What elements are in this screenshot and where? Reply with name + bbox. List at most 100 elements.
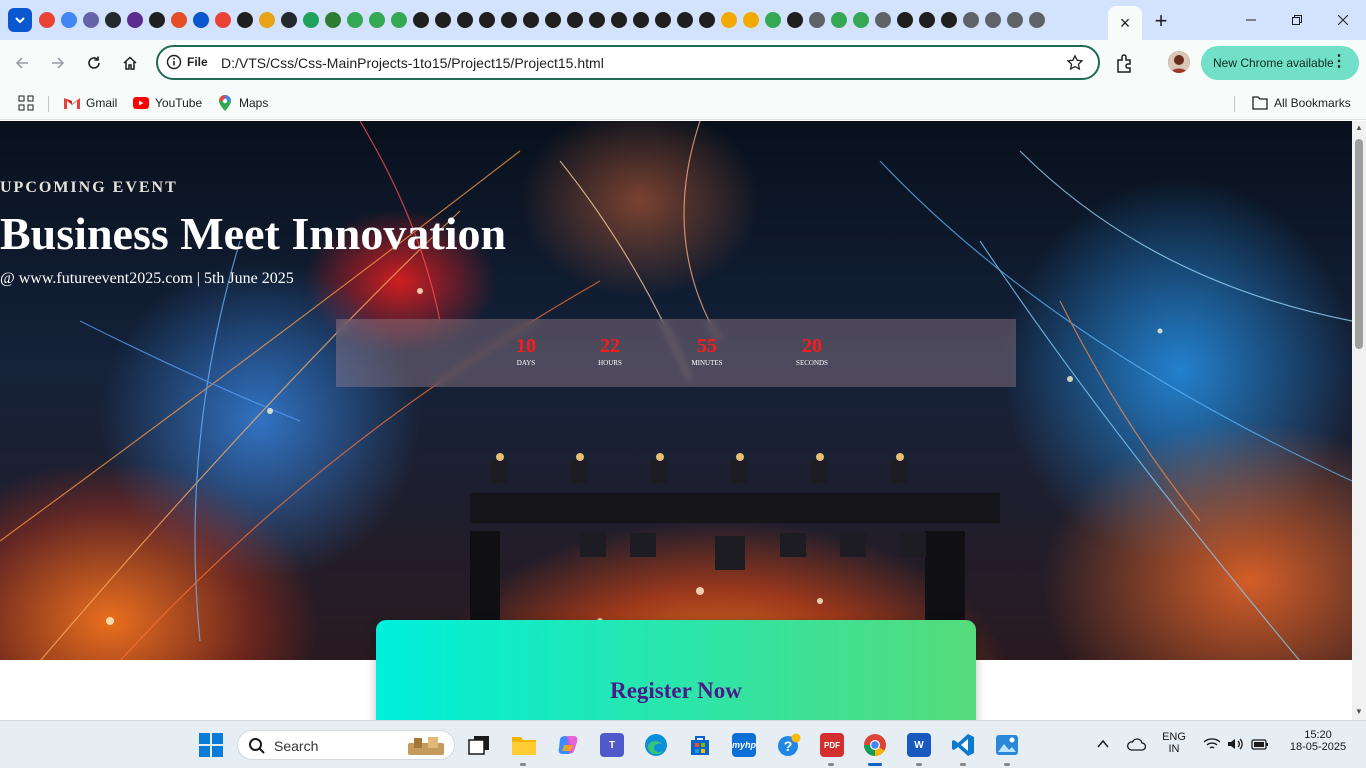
pinned-tab[interactable] [806, 8, 828, 32]
url-text[interactable]: D:/VTS/Css/Css-MainProjects-1to15/Projec… [221, 55, 604, 71]
edge-button[interactable] [641, 730, 671, 760]
minimize-button[interactable] [1228, 0, 1274, 40]
back-button[interactable] [8, 49, 36, 77]
home-button[interactable] [116, 49, 144, 77]
bookmark-youtube[interactable]: YouTube [133, 93, 202, 113]
pinned-tab[interactable] [146, 8, 168, 32]
pinned-tab[interactable] [454, 8, 476, 32]
pinned-tab[interactable] [630, 8, 652, 32]
word-button[interactable]: W [904, 730, 934, 760]
pinned-tab[interactable] [278, 8, 300, 32]
pinned-tab[interactable] [520, 8, 542, 32]
close-window-button[interactable] [1320, 0, 1366, 40]
microsoft-store-button[interactable] [685, 730, 715, 760]
pinned-tab[interactable] [828, 8, 850, 32]
pinned-tab[interactable] [872, 8, 894, 32]
photos-button[interactable] [992, 730, 1022, 760]
pinned-tab[interactable] [740, 8, 762, 32]
extensions-icon[interactable] [1114, 52, 1136, 74]
pinned-tab[interactable] [652, 8, 674, 32]
scroll-down-arrow-icon[interactable]: ▼ [1354, 707, 1364, 717]
scroll-thumb[interactable] [1355, 139, 1363, 349]
task-view-button[interactable] [464, 730, 494, 760]
plus-icon: + [1154, 8, 1168, 33]
pinned-tab[interactable] [36, 8, 58, 32]
pinned-tab[interactable] [58, 8, 80, 32]
windows-start-icon[interactable] [198, 732, 224, 758]
pinned-tab[interactable] [344, 8, 366, 32]
pinned-tab[interactable] [322, 8, 344, 32]
chrome-button[interactable] [860, 730, 890, 760]
clock[interactable]: 15:20 18-05-2025 [1282, 729, 1354, 753]
reload-button[interactable] [80, 49, 108, 77]
pinned-tab[interactable] [784, 8, 806, 32]
pdf-app-button[interactable]: PDF [817, 730, 847, 760]
pinned-tab[interactable] [850, 8, 872, 32]
pinned-tab[interactable] [916, 8, 938, 32]
pinned-tab[interactable] [168, 8, 190, 32]
pinned-tab[interactable] [982, 8, 1004, 32]
pinned-tab[interactable] [476, 8, 498, 32]
language-indicator[interactable]: ENG IN [1156, 731, 1192, 755]
active-tab[interactable]: × [1108, 6, 1142, 40]
chevron-up-icon[interactable] [1097, 739, 1109, 749]
pinned-tab[interactable] [300, 8, 322, 32]
scroll-up-arrow-icon[interactable]: ▲ [1354, 123, 1364, 133]
pinned-tab[interactable] [586, 8, 608, 32]
pinned-tab[interactable] [124, 8, 146, 32]
pinned-tab[interactable] [80, 8, 102, 32]
pinned-tab[interactable] [410, 8, 432, 32]
menu-dots-icon[interactable]: ⋮ [1331, 54, 1347, 70]
pinned-tab[interactable] [608, 8, 630, 32]
onedrive-cloud-icon[interactable] [1126, 737, 1146, 751]
pinned-tab[interactable] [762, 8, 784, 32]
new-chrome-available-button[interactable]: New Chrome available ⋮ [1201, 46, 1359, 80]
pinned-tab[interactable] [718, 8, 740, 32]
taskbar-search[interactable]: Search [237, 730, 455, 760]
pinned-tab[interactable] [696, 8, 718, 32]
pinned-tab[interactable] [256, 8, 278, 32]
pinned-tab[interactable] [432, 8, 454, 32]
info-icon[interactable] [166, 54, 182, 70]
page-scrollbar[interactable]: ▲ ▼ [1352, 121, 1366, 720]
restore-button[interactable] [1274, 0, 1320, 40]
get-help-button[interactable]: ? [774, 730, 804, 760]
close-tab-icon[interactable]: × [1120, 14, 1131, 32]
bookmark-gmail[interactable]: Gmail [64, 93, 117, 113]
forward-button[interactable] [44, 49, 72, 77]
pinned-tab[interactable] [212, 8, 234, 32]
apps-grid-button[interactable] [18, 93, 34, 113]
help-icon: ? [778, 733, 801, 756]
myhp-button[interactable]: myhp [729, 730, 759, 760]
wifi-icon[interactable] [1203, 737, 1221, 751]
volume-icon[interactable] [1227, 737, 1243, 751]
profile-avatar[interactable] [1168, 51, 1190, 73]
pinned-tab[interactable] [498, 8, 520, 32]
pinned-tab[interactable] [938, 8, 960, 32]
copilot-button[interactable] [553, 730, 583, 760]
pinned-tab[interactable] [366, 8, 388, 32]
bookmark-star-icon[interactable] [1066, 54, 1084, 72]
pinned-tab[interactable] [234, 8, 256, 32]
copilot-icon [558, 736, 578, 754]
pinned-tab[interactable] [674, 8, 696, 32]
tab-favicon-icon [567, 12, 583, 28]
pinned-tab[interactable] [564, 8, 586, 32]
file-explorer-button[interactable] [509, 730, 539, 760]
bookmark-maps[interactable]: Maps [217, 93, 268, 113]
address-bar[interactable]: File D:/VTS/Css/Css-MainProjects-1to15/P… [156, 45, 1100, 80]
battery-icon[interactable] [1251, 737, 1269, 751]
pinned-tab[interactable] [388, 8, 410, 32]
new-tab-button[interactable]: + [1150, 10, 1172, 32]
pinned-tab[interactable] [894, 8, 916, 32]
pinned-tab[interactable] [960, 8, 982, 32]
pinned-tab[interactable] [1026, 8, 1048, 32]
teams-button[interactable]: T [597, 730, 627, 760]
vscode-button[interactable] [948, 730, 978, 760]
all-bookmarks-button[interactable]: All Bookmarks [1252, 93, 1351, 113]
pinned-tab[interactable] [1004, 8, 1026, 32]
pinned-tab[interactable] [102, 8, 124, 32]
pinned-tab[interactable] [542, 8, 564, 32]
pinned-tab[interactable] [190, 8, 212, 32]
tab-search-button[interactable] [8, 8, 32, 32]
